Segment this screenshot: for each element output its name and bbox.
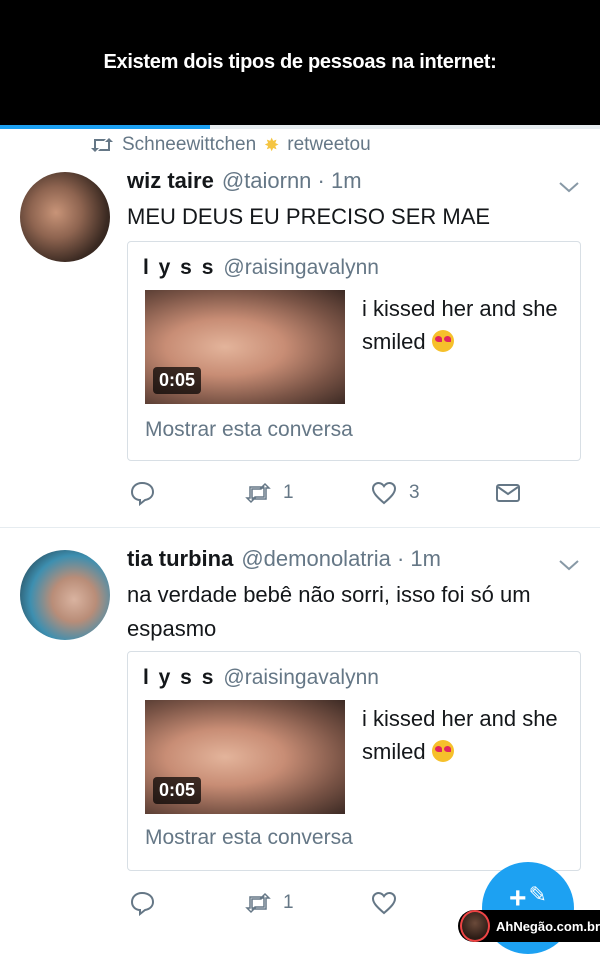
- quote-handle: @raisingavalynn: [223, 256, 379, 279]
- chevron-down-icon[interactable]: [558, 180, 580, 194]
- quote-text: i kissed her and she smiled: [362, 292, 562, 358]
- reply-icon: [130, 891, 155, 916]
- retweet-count: 1: [283, 892, 294, 913]
- show-conversation-link[interactable]: Mostrar esta conversa: [145, 826, 353, 850]
- tweet-text: MEU DEUS EU PRECISO SER MAE: [127, 204, 491, 229]
- progress-bar-fill: [0, 125, 210, 129]
- quote-text-content: i kissed her and she smiled: [362, 296, 558, 354]
- tweet-text: na verdade bebê não sorri, isso foi só u…: [127, 582, 531, 641]
- retweet-context: Schneewittchen ✸ retweetou: [90, 133, 371, 157]
- quoted-tweet[interactable]: l y s s @raisingavalynn 0:05 i kissed he…: [127, 651, 581, 871]
- like-count: 3: [409, 482, 420, 503]
- display-name[interactable]: tia turbina: [127, 546, 233, 572]
- retweeter-name[interactable]: Schneewittchen: [122, 134, 256, 156]
- retweet-icon: [91, 138, 113, 152]
- tweet-header: tia turbina @demonolatria · 1m: [127, 546, 441, 576]
- avatar[interactable]: [20, 172, 110, 262]
- like-button[interactable]: 3: [371, 480, 420, 506]
- tweet-header: wiz taire @taiornn · 1m: [127, 168, 362, 198]
- heart-eyes-emoji-icon: [431, 330, 454, 352]
- caption-title: Existem dois tipos de pessoas na interne…: [103, 51, 497, 73]
- retweet-button[interactable]: 1: [245, 890, 294, 916]
- reply-button[interactable]: [129, 480, 155, 506]
- dm-button[interactable]: [495, 480, 521, 506]
- chevron-down-icon[interactable]: [558, 558, 580, 572]
- quote-handle: @raisingavalynn: [223, 666, 379, 689]
- reply-button[interactable]: [129, 890, 155, 916]
- reply-icon: [130, 481, 155, 506]
- quote-header: l y s s @raisingavalynn: [143, 256, 379, 280]
- progress-bar: [0, 125, 600, 129]
- quote-display-name: l y s s: [143, 256, 216, 279]
- quote-text: i kissed her and she smiled: [362, 702, 562, 768]
- video-duration: 0:05: [153, 367, 202, 394]
- quote-text-content: i kissed her and she smiled: [362, 706, 558, 764]
- retweet-icon: [245, 482, 271, 504]
- heart-icon: [371, 891, 397, 915]
- handle-time: @taiornn · 1m: [221, 168, 362, 193]
- video-duration: 0:05: [153, 777, 202, 804]
- retweet-icon: [245, 892, 271, 914]
- retweet-action-label: retweetou: [287, 134, 371, 155]
- video-thumbnail[interactable]: 0:05: [145, 700, 345, 814]
- star-icon: ✸: [264, 134, 280, 155]
- quoted-tweet[interactable]: l y s s @raisingavalynn 0:05 i kissed he…: [127, 241, 581, 461]
- display-name[interactable]: wiz taire: [127, 168, 214, 194]
- handle-time: @demonolatria · 1m: [241, 546, 441, 571]
- heart-icon: [371, 481, 397, 505]
- quote-display-name: l y s s: [143, 666, 216, 689]
- site-watermark: AhNegão.com.br: [458, 910, 600, 942]
- retweet-button[interactable]: 1: [245, 480, 294, 506]
- caption-banner: Existem dois tipos de pessoas na interne…: [0, 0, 600, 125]
- heart-eyes-emoji-icon: [431, 740, 454, 762]
- like-button[interactable]: [371, 890, 397, 916]
- tweet-actions: 1 3: [127, 480, 567, 510]
- envelope-icon: [496, 484, 520, 502]
- video-thumbnail[interactable]: 0:05: [145, 290, 345, 404]
- tweet-divider: [0, 527, 600, 528]
- feather-icon: ✎: [528, 882, 547, 907]
- retweet-count: 1: [283, 482, 294, 503]
- watermark-text: AhNegão.com.br: [495, 918, 600, 934]
- avatar[interactable]: [20, 550, 110, 640]
- quote-header: l y s s @raisingavalynn: [143, 666, 379, 690]
- watermark-logo: [460, 910, 490, 942]
- show-conversation-link[interactable]: Mostrar esta conversa: [145, 418, 353, 442]
